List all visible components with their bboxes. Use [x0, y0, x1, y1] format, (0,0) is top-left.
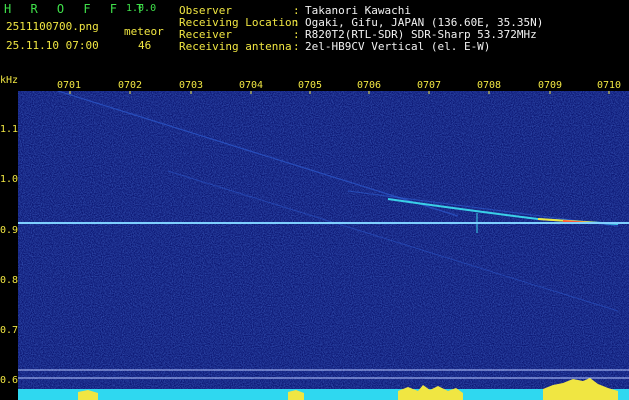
file-name: 2511100700.png — [6, 20, 99, 33]
info-sep: : — [293, 40, 300, 53]
x-tick-label: 0701 — [57, 80, 82, 91]
meteor-label: meteor — [124, 25, 164, 38]
timestamp: 25.11.10 07:00 — [6, 39, 99, 52]
y-tick-label: 0.7 — [0, 325, 19, 336]
y-tick-label: 0.6 — [0, 375, 19, 386]
x-tick-label: 0702 — [118, 80, 143, 91]
y-tick-label: 0.9 — [0, 225, 19, 236]
y-axis-unit: kHz — [0, 75, 19, 86]
noise-texture — [18, 91, 629, 400]
info-label-antenna: Receiving antenna — [179, 40, 292, 53]
x-tick-label: 0709 — [538, 80, 563, 91]
x-tick-label: 0705 — [298, 80, 323, 91]
noise-floor-strip — [18, 389, 629, 400]
spectrogram-plot — [18, 91, 629, 400]
y-tick-label: 0.8 — [0, 275, 19, 286]
x-tick-label: 0703 — [179, 80, 204, 91]
x-tick-label: 0708 — [477, 80, 502, 91]
x-tick-label: 0706 — [357, 80, 382, 91]
x-tick-label: 0710 — [597, 80, 622, 91]
x-tick-label: 0704 — [239, 80, 264, 91]
info-value-antenna: 2el-HB9CV Vertical (el. E-W) — [305, 40, 491, 53]
y-tick-label: 1.1 — [0, 124, 19, 135]
x-tick-label: 0707 — [417, 80, 442, 91]
header-panel: H R O F F T 1.0.0 2511100700.png meteor … — [0, 0, 629, 80]
meteor-count: 46 — [138, 39, 152, 52]
app-version: 1.0.0 — [126, 3, 157, 14]
y-tick-label: 1.0 — [0, 174, 19, 185]
